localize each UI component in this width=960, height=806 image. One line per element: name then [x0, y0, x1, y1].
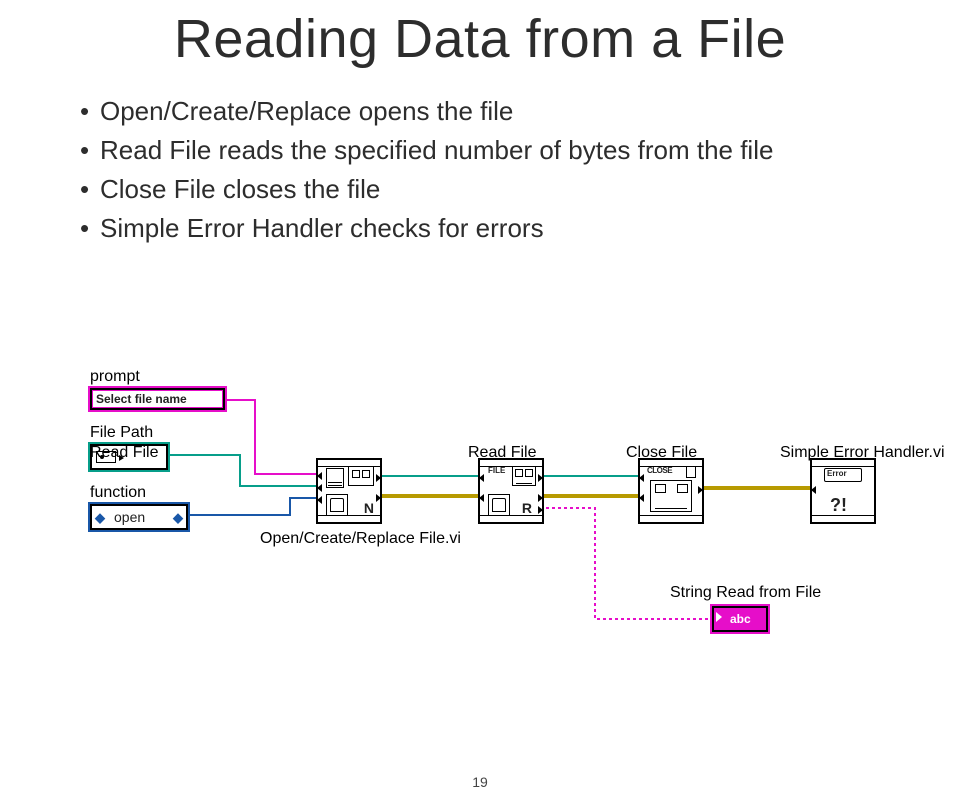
file-path-label: File Path	[90, 424, 153, 442]
string-read-label: String Read from File	[670, 584, 821, 602]
open-create-replace-node: N	[316, 458, 382, 524]
simple-error-handler-node: Error ?!	[810, 458, 876, 524]
open-create-replace-label: Open/Create/Replace File.vi	[260, 530, 461, 548]
page-number: 19	[0, 774, 960, 790]
bullet-list: Open/Create/Replace opens the file Read …	[40, 94, 960, 246]
bullet-item: Read File reads the specified number of …	[80, 133, 960, 168]
bullet-item: Open/Create/Replace opens the file	[80, 94, 960, 129]
prompt-constant: Select file name	[90, 388, 225, 410]
prompt-label: prompt	[90, 368, 140, 386]
function-enum: ◆ open ◆	[90, 504, 188, 530]
string-indicator: abc	[712, 606, 768, 632]
block-diagram: prompt Select file name File Path functi…	[90, 358, 950, 688]
read-file-label: Read File	[90, 444, 158, 462]
function-label: function	[90, 484, 146, 502]
page-title: Reading Data from a File	[0, 8, 960, 70]
close-file-node: CLOSE	[638, 458, 704, 524]
bullet-item: Simple Error Handler checks for errors	[80, 211, 960, 246]
bullet-item: Close File closes the file	[80, 172, 960, 207]
read-file-node: FILE R	[478, 458, 544, 524]
